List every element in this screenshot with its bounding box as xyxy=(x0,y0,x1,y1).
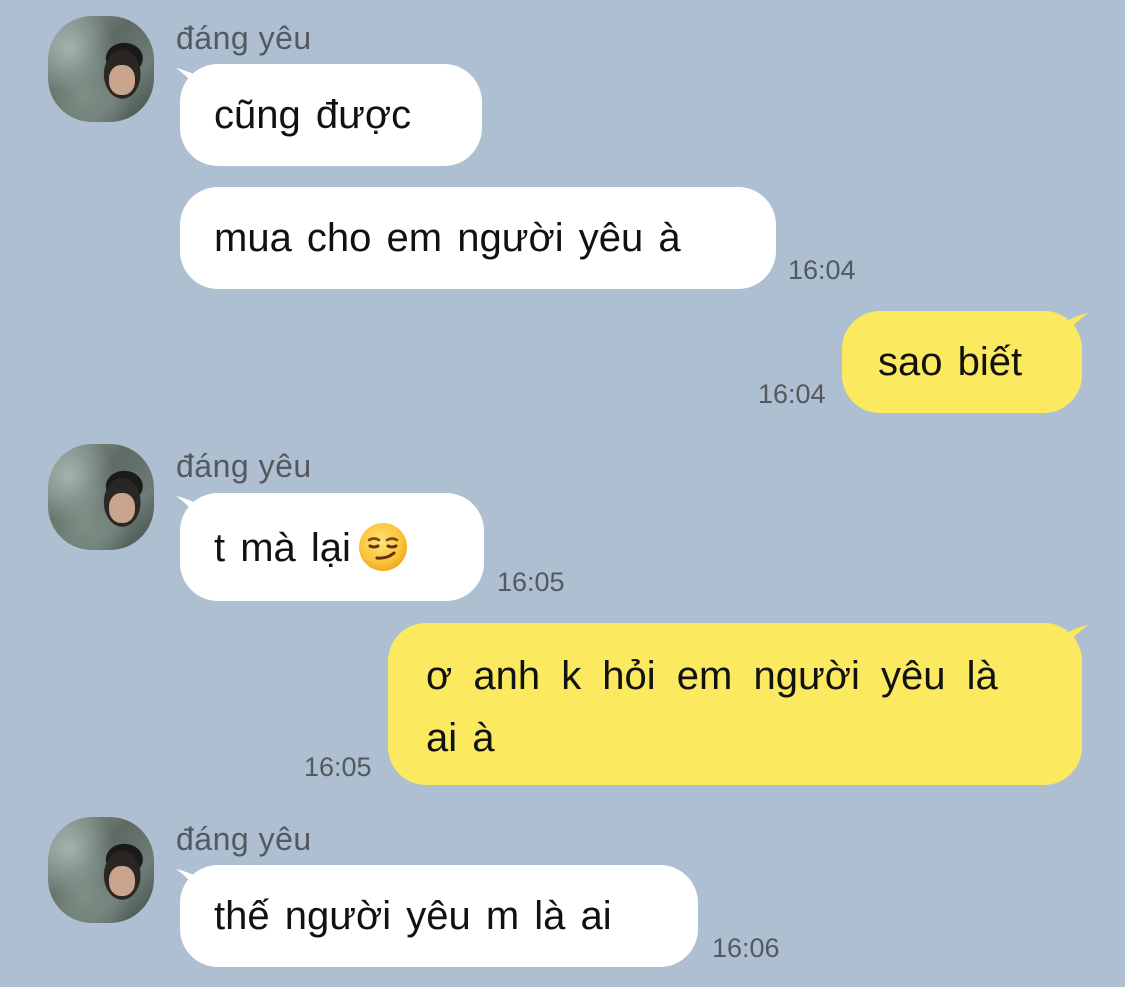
message-content: t mà lại xyxy=(214,517,450,579)
message-text: cũng được xyxy=(214,93,412,137)
bubble-tail xyxy=(1062,313,1088,339)
sender-name: đáng yêu xyxy=(176,20,312,56)
contact-avatar[interactable] xyxy=(48,444,154,550)
message-timestamp: 16:05 xyxy=(497,567,565,597)
message-bubble-outgoing[interactable]: sao biết xyxy=(842,311,1082,413)
message-text: t mà lại xyxy=(214,526,351,570)
message-text-line2: ai à xyxy=(426,716,495,760)
message-bubble-outgoing[interactable]: ơ anh k hỏi em người yêu là ai à xyxy=(388,623,1082,785)
message-text-line1: ơ anh k hỏi em người yêu là xyxy=(426,654,998,698)
message-timestamp: 16:06 xyxy=(712,933,780,963)
sender-name: đáng yêu xyxy=(176,821,312,857)
sender-name: đáng yêu xyxy=(176,448,312,484)
bubble-tail xyxy=(1062,625,1088,651)
message-bubble-incoming[interactable]: t mà lại xyxy=(180,493,484,601)
message-text: thế người yêu m là ai xyxy=(214,894,612,938)
message-text: sao biết xyxy=(878,340,1023,384)
chat-thread[interactable]: đáng yêu cũng được mua cho em người yêu … xyxy=(0,0,1125,987)
message-timestamp: 16:04 xyxy=(788,255,856,285)
message-timestamp: 16:04 xyxy=(758,379,826,409)
smirking-face-icon xyxy=(358,523,407,572)
contact-avatar[interactable] xyxy=(48,16,154,122)
message-bubble-incoming[interactable]: thế người yêu m là ai xyxy=(180,865,698,967)
message-text: mua cho em người yêu à xyxy=(214,216,681,260)
message-bubble-incoming[interactable]: mua cho em người yêu à xyxy=(180,187,776,289)
message-bubble-incoming[interactable]: cũng được xyxy=(180,64,482,166)
contact-avatar[interactable] xyxy=(48,817,154,923)
message-timestamp: 16:05 xyxy=(304,752,372,782)
